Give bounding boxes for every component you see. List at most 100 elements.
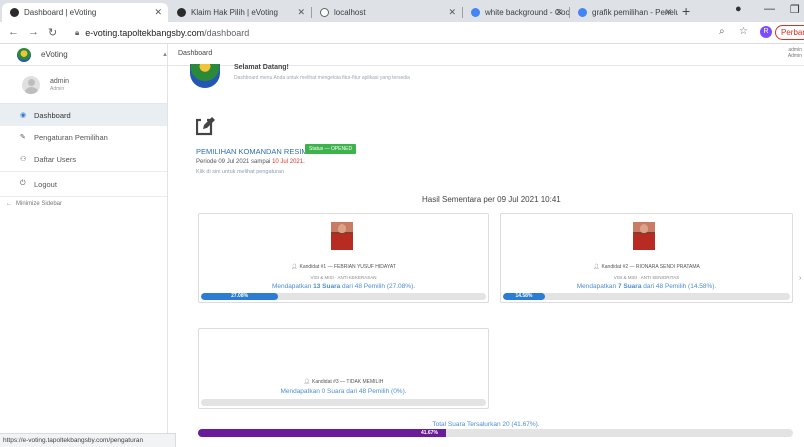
candidate-photo [331, 222, 353, 250]
minimize-sidebar-button[interactable]: ← Minimize Sidebar [0, 198, 167, 210]
browser-tab-localhost[interactable]: localhost ✕ [312, 3, 462, 22]
user-icon: 👤︎ [593, 264, 600, 270]
votes-count: 7 Suara [617, 283, 642, 290]
divider [0, 196, 167, 197]
settings-link[interactable]: Klik di sini untuk melihat pengaturan [196, 169, 284, 175]
candidate-votes: Mendapatkan 13 Suara dari 48 Pemilih (27… [199, 283, 488, 290]
user-icon: 👤︎ [291, 264, 298, 270]
votes-suffix: dari 48 Pemilih (14.58%). [641, 283, 717, 290]
close-icon[interactable]: ✕ [448, 7, 456, 18]
wrench-icon: ✎ [20, 134, 26, 141]
url-path: /dashboard [204, 28, 250, 38]
dashboard-icon: ◉ [20, 112, 27, 119]
candidate-card: 👤︎ Kandidat #1 — FEBRIAN YUSUF HIDAYAT VI… [198, 213, 489, 303]
sidebar-item-daftar-users[interactable]: ⚇ Daftar Users [0, 148, 167, 170]
sidebar-item-pengaturan-pemilihan[interactable]: ✎ Pengaturan Pemilihan [0, 126, 167, 148]
welcome-heading: Selamat Datang! [234, 64, 289, 71]
tab-title: localhost [334, 8, 366, 17]
close-icon[interactable]: ✕ [154, 7, 162, 18]
close-icon[interactable]: ✕ [297, 7, 305, 18]
browser-tab-google-2[interactable]: grafik pemilihan - Penelusura ✕ [570, 3, 678, 22]
brand-name: eVoting [41, 50, 68, 59]
edit-icon [196, 117, 215, 136]
welcome-text: Dashboard menu Anda untuk melihat mengel… [234, 75, 410, 81]
users-icon: ⚇ [20, 156, 27, 163]
candidate-card: 👤︎ Kandidat #3 — TIDAK MEMILIH Mendapatka… [198, 328, 489, 409]
candidate-label: Kandidat #3 — TIDAK MEMILIH [312, 379, 384, 385]
candidate-name: 👤︎ Kandidat #3 — TIDAK MEMILIH [199, 379, 488, 385]
candidate-photo [633, 222, 655, 250]
votes-suffix: dari 48 Pemilih (0%). [344, 388, 407, 395]
sidebar: eVoting ▲ admin Admin ◉ Dashboard ✎ Peng… [0, 44, 168, 447]
tab-title: Dashboard | eVoting [24, 8, 97, 17]
progress-fill: 14.58% [503, 293, 545, 300]
divider [0, 171, 167, 172]
progress-bar: 27.08% [201, 293, 486, 300]
topbar-user-menu[interactable]: admin Admin [788, 47, 802, 59]
logout-icon: ⏻ [20, 180, 26, 187]
period-suffix: . [303, 159, 305, 165]
sidebar-item-logout[interactable]: ⏻ Logout [0, 173, 167, 195]
candidate-votes: Mendapatkan 7 Suara dari 48 Pemilih (14.… [501, 283, 792, 290]
user-name: admin [50, 77, 70, 85]
candidate-card: 👤︎ Kandidat #2 — RIONARA SENDI PRATAMA VI… [500, 213, 793, 303]
total-progress-fill: 41.67% [198, 429, 446, 437]
candidate-name: 👤︎ Kandidat #1 — FEBRIAN YUSUF HIDAYAT [199, 264, 488, 270]
lock-icon: 🔒︎ [75, 28, 80, 37]
forward-arrow-icon[interactable]: → [28, 26, 39, 38]
back-arrow-icon[interactable]: ← [8, 26, 19, 38]
main-content: Selamat Datang! Dashboard menu Anda untu… [168, 64, 804, 447]
candidate-name: 👤︎ Kandidat #2 — RIONARA SENDI PRATAMA [501, 264, 792, 270]
candidate-label: Kandidat #2 — RIONARA SENDI PRATAMA [601, 264, 700, 270]
votes-suffix: dari 48 Pemilih (27.08%). [340, 283, 416, 290]
minimize-sidebar-label: Minimize Sidebar [16, 201, 63, 207]
browser-tab-dashboard[interactable]: Dashboard | eVoting ✕ [2, 3, 168, 22]
browser-status-url: https://e-voting.tapoltekbangsby.com/pen… [0, 433, 176, 447]
close-icon[interactable]: ✕ [664, 7, 672, 18]
evoting-favicon-icon [10, 8, 19, 17]
globe-icon [320, 8, 329, 17]
welcome-banner: Selamat Datang! Dashboard menu Anda untu… [186, 64, 636, 90]
evoting-logo-icon [17, 47, 31, 62]
top-navbar: Dashboard admin Admin [168, 44, 804, 66]
browser-toolbar: ← → ↻ 🔒︎ e-voting.tapoltekbangsby.com /d… [0, 22, 804, 44]
sidebar-item-label: Pengaturan Pemilihan [34, 132, 108, 142]
google-icon [471, 8, 480, 17]
record-icon[interactable]: ● [735, 3, 742, 15]
period-end-date: 10 Jul 2021 [272, 159, 304, 165]
election-period: Periode 09 Jul 2021 sampai 10 Jul 2021. [196, 159, 305, 165]
url-bar[interactable]: 🔒︎ e-voting.tapoltekbangsby.com /dashboa… [75, 25, 740, 41]
period-start: Periode 09 Jul 2021 sampai [196, 159, 273, 165]
user-role: Admin [50, 85, 65, 92]
sidebar-item-label: Logout [34, 179, 57, 189]
reload-icon[interactable]: ↻ [48, 26, 57, 39]
election-title[interactable]: PEMILIHAN KOMANDAN RESIMEN [196, 147, 318, 156]
profile-avatar[interactable]: R [760, 26, 772, 38]
candidate-vision: VISI & MISI · ANTI KEKERASAN [310, 275, 377, 280]
update-button[interactable]: Perbarui [775, 25, 804, 40]
url-host: e-voting.tapoltekbangsby.com [85, 28, 205, 38]
close-icon[interactable]: ✕ [555, 7, 563, 18]
candidate-votes: Mendapatkan 0 Suara dari 48 Pemilih (0%)… [199, 388, 488, 395]
sidebar-brand[interactable]: eVoting [0, 44, 167, 66]
minimize-window-icon[interactable]: — [764, 3, 775, 15]
chevron-right-icon[interactable]: › [799, 275, 801, 282]
candidate-label: Kandidat #1 — FEBRIAN YUSUF HIDAYAT [299, 264, 396, 270]
candidate-vision: VISI & MISI · ANTI SENIORITAS [613, 275, 680, 280]
browser-tabstrip: Dashboard | eVoting ✕ Klaim Hak Pilih | … [0, 0, 804, 22]
bookmark-star-icon[interactable]: ☆ [739, 26, 748, 37]
votes-prefix: Mendapatkan [280, 388, 322, 395]
sidebar-item-dashboard[interactable]: ◉ Dashboard [0, 104, 167, 126]
results-title: Hasil Sementara per 09 Jul 2021 10:41 [422, 195, 561, 204]
topbar-user-role: Admin [787, 53, 802, 59]
zoom-icon[interactable]: ⌕ [719, 26, 725, 37]
votes-prefix: Mendapatkan [271, 283, 314, 290]
browser-tab-google-1[interactable]: white background - Google I ✕ [463, 3, 569, 22]
new-tab-button[interactable]: + [682, 3, 690, 19]
tab-title: Klaim Hak Pilih | eVoting [191, 8, 279, 17]
browser-tab-klaim[interactable]: Klaim Hak Pilih | eVoting ✕ [169, 3, 311, 22]
restore-window-icon[interactable]: ❐ [790, 3, 800, 16]
progress-bar [201, 399, 486, 406]
evoting-favicon-icon [177, 8, 186, 17]
sidebar-item-label: Dashboard [34, 110, 71, 120]
